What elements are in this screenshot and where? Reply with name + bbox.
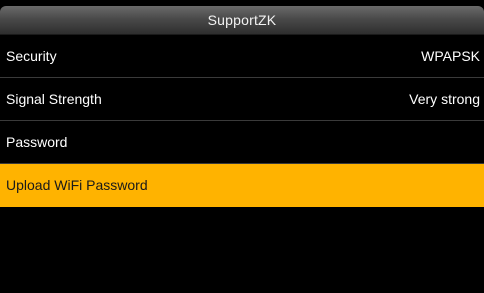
- wifi-detail-screen: SupportZK Security WPAPSK Signal Strengt…: [0, 0, 484, 293]
- menu-item-upload-wifi-password[interactable]: Upload WiFi Password: [0, 164, 484, 207]
- menu-item-label: Upload WiFi Password: [6, 177, 148, 193]
- page-title: SupportZK: [207, 12, 277, 28]
- menu-item-security[interactable]: Security WPAPSK: [0, 35, 484, 78]
- title-bar: SupportZK: [0, 6, 484, 35]
- menu-item-password[interactable]: Password: [0, 121, 484, 164]
- menu-item-value: Very strong: [409, 91, 480, 107]
- menu-item-signal-strength[interactable]: Signal Strength Very strong: [0, 78, 484, 121]
- menu-item-label: Signal Strength: [6, 91, 102, 107]
- menu-item-value: WPAPSK: [421, 48, 480, 64]
- menu-item-label: Security: [6, 48, 57, 64]
- menu-item-label: Password: [6, 134, 68, 150]
- menu-list: Security WPAPSK Signal Strength Very str…: [0, 35, 484, 207]
